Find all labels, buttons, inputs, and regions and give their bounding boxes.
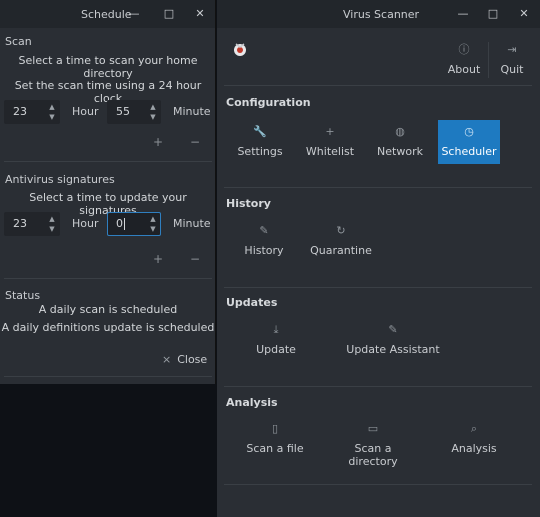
- quarantine-button[interactable]: ↻ Quarantine: [306, 223, 376, 257]
- spin-arrows-icon[interactable]: ▲ ▼: [149, 102, 157, 122]
- divider: [224, 386, 532, 387]
- close-window-button[interactable]: ✕: [516, 6, 532, 22]
- plus-icon: +: [325, 125, 335, 138]
- divider: [224, 287, 532, 288]
- history-title: History: [226, 197, 271, 210]
- signatures-hour-label: Hour: [72, 217, 99, 230]
- scan-file-label: Scan a file: [246, 442, 304, 455]
- divider: [4, 161, 212, 162]
- exit-icon: ⇥: [507, 43, 517, 56]
- about-label: About: [447, 63, 481, 76]
- wrench-icon: 🔧: [253, 125, 267, 138]
- schedule-titlebar[interactable]: Schedule — □ ✕: [0, 0, 215, 28]
- signatures-hour-spinbox[interactable]: 23 ▲ ▼: [4, 212, 60, 236]
- divider: [224, 484, 532, 485]
- pencil-icon: ✎: [259, 224, 269, 237]
- quit-button[interactable]: ⇥ Quit: [495, 42, 529, 76]
- refresh-icon: ↻: [336, 224, 346, 237]
- pencil-icon: ✎: [388, 323, 398, 336]
- divider: [488, 42, 489, 78]
- scan-add-button[interactable]: +: [153, 135, 163, 149]
- virus-scanner-window: Virus Scanner — □ ✕ ⓘ About ⇥ Quit Confi…: [217, 0, 540, 517]
- signatures-hour-value: 23: [13, 217, 27, 230]
- divider: [4, 376, 212, 377]
- signatures-remove-button[interactable]: −: [190, 252, 200, 266]
- schedule-window: Schedule — □ ✕ Scan Select a time to sca…: [0, 0, 216, 384]
- close-button[interactable]: × Close: [162, 353, 207, 366]
- text-cursor: [124, 218, 125, 230]
- scan-directory-button[interactable]: ▭ Scan a directory: [330, 421, 416, 468]
- maximize-button[interactable]: □: [485, 6, 501, 22]
- quit-label: Quit: [500, 63, 524, 76]
- scan-minute-label: Minute: [173, 105, 211, 118]
- divider: [224, 187, 532, 188]
- quarantine-label: Quarantine: [310, 244, 372, 257]
- update-assistant-label: Update Assistant: [346, 343, 440, 356]
- update-label: Update: [256, 343, 296, 356]
- signatures-minute-spinbox[interactable]: 0 ▲ ▼: [107, 212, 161, 236]
- update-assistant-button[interactable]: ✎ Update Assistant: [333, 322, 453, 356]
- close-window-button[interactable]: ✕: [192, 6, 208, 22]
- download-icon: ⤓: [273, 323, 279, 336]
- status-line-scan: A daily scan is scheduled: [38, 303, 178, 316]
- folder-icon: ▭: [367, 422, 379, 435]
- settings-label: Settings: [237, 145, 283, 158]
- status-line-definitions: A daily definitions update is scheduled: [1, 321, 215, 334]
- signatures-minute-value: 0: [116, 217, 123, 230]
- scan-file-button[interactable]: ▯ Scan a file: [244, 421, 306, 455]
- close-button-label: Close: [177, 353, 208, 366]
- globe-icon: ◍: [395, 125, 405, 138]
- updates-title: Updates: [226, 296, 278, 309]
- spin-arrows-icon[interactable]: ▲ ▼: [48, 214, 56, 234]
- history-label: History: [244, 244, 284, 257]
- scan-minute-spinbox[interactable]: 55 ▲ ▼: [107, 100, 161, 124]
- about-button[interactable]: ⓘ About: [444, 42, 484, 76]
- analysis-title: Analysis: [226, 396, 278, 409]
- spin-arrows-icon[interactable]: ▲ ▼: [48, 102, 56, 122]
- scan-section-title: Scan: [5, 35, 32, 48]
- whitelist-button[interactable]: + Whitelist: [304, 124, 356, 158]
- close-icon: ×: [162, 353, 172, 366]
- scheduler-label: Scheduler: [441, 145, 497, 158]
- spin-arrows-icon[interactable]: ▲ ▼: [149, 214, 157, 234]
- analysis-label: Analysis: [451, 442, 497, 455]
- minimize-button[interactable]: —: [455, 6, 471, 22]
- divider: [224, 85, 532, 86]
- scan-hour-spinbox[interactable]: 23 ▲ ▼: [4, 100, 60, 124]
- status-section-title: Status: [5, 289, 41, 302]
- info-icon: ⓘ: [458, 43, 470, 56]
- file-icon: ▯: [271, 422, 279, 435]
- scan-hour-value: 23: [13, 105, 27, 118]
- signatures-minute-label: Minute: [173, 217, 211, 230]
- clock-icon: ◷: [464, 125, 474, 138]
- divider: [4, 278, 212, 279]
- scanner-titlebar[interactable]: Virus Scanner — □ ✕: [217, 0, 540, 28]
- minimize-button[interactable]: —: [126, 6, 142, 22]
- scan-description: Select a time to scan your home director…: [18, 54, 198, 80]
- magnifier-icon: ⌕: [470, 422, 478, 435]
- scan-minute-value: 55: [116, 105, 130, 118]
- history-button[interactable]: ✎ History: [238, 223, 290, 257]
- whitelist-label: Whitelist: [305, 145, 355, 158]
- scan-hour-label: Hour: [72, 105, 99, 118]
- scan-remove-button[interactable]: −: [190, 135, 200, 149]
- schedule-window-title: Schedule: [81, 8, 132, 21]
- scheduler-button[interactable]: ◷ Scheduler: [438, 120, 500, 164]
- scanner-window-title: Virus Scanner: [343, 8, 420, 21]
- settings-button[interactable]: 🔧 Settings: [234, 124, 286, 158]
- network-label: Network: [377, 145, 423, 158]
- configuration-title: Configuration: [226, 96, 311, 109]
- network-button[interactable]: ◍ Network: [374, 124, 426, 158]
- update-button[interactable]: ⤓ Update: [250, 322, 302, 356]
- signatures-section-title: Antivirus signatures: [5, 173, 115, 186]
- app-logo-icon: [231, 40, 249, 58]
- scan-directory-label: Scan a directory: [348, 442, 398, 468]
- maximize-button[interactable]: □: [161, 6, 177, 22]
- signatures-add-button[interactable]: +: [153, 252, 163, 266]
- analysis-button[interactable]: ⌕ Analysis: [443, 421, 505, 455]
